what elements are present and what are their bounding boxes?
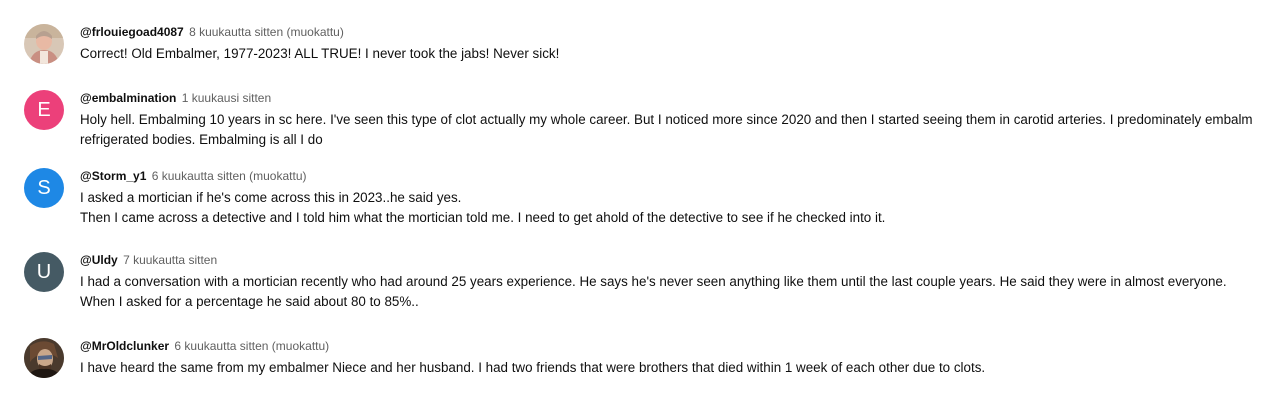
comment-line: Correct! Old Embalmer, 1977-2023! ALL TR… — [80, 46, 560, 61]
comment-meta: @MrOldclunker 6 kuukautta sitten (muokat… — [80, 338, 1270, 354]
comment-line: When I asked for a percentage he said ab… — [80, 294, 419, 309]
comment-meta: @Uldy 7 kuukautta sitten — [80, 252, 1270, 268]
comment-line: I have heard the same from my embalmer N… — [80, 360, 986, 375]
comment-meta: @frlouiegoad4087 8 kuukautta sitten (muo… — [80, 24, 1270, 40]
comment-meta: @Storm_y1 6 kuukautta sitten (muokattu) — [80, 168, 1270, 184]
avatar[interactable]: U — [24, 252, 64, 292]
comment-line: Then I came across a detective and I tol… — [80, 210, 886, 225]
user-photo-warrior-icon — [24, 338, 64, 378]
comment-text: I asked a mortician if he's come across … — [80, 188, 1270, 228]
avatar[interactable] — [24, 338, 64, 378]
comment-text: I have heard the same from my embalmer N… — [80, 358, 1270, 378]
comment-line: I had a conversation with a mortician re… — [80, 274, 1227, 289]
comment-author[interactable]: @Uldy — [80, 253, 118, 267]
avatar-letter: U — [36, 260, 52, 283]
comment-author[interactable]: @frlouiegoad4087 — [80, 25, 184, 39]
comment-text: I had a conversation with a mortician re… — [80, 272, 1270, 312]
comment-author[interactable]: @Storm_y1 — [80, 169, 146, 183]
comment-author[interactable]: @embalmination — [80, 91, 176, 105]
user-photo-portrait-icon — [24, 24, 64, 64]
comment-timestamp[interactable]: 7 kuukautta sitten — [123, 253, 217, 267]
comment-line: I asked a mortician if he's come across … — [80, 190, 462, 205]
comment-timestamp[interactable]: 6 kuukautta sitten (muokattu) — [174, 339, 329, 353]
comment-text: Correct! Old Embalmer, 1977-2023! ALL TR… — [80, 44, 1270, 64]
avatar-letter: E — [37, 98, 51, 121]
avatar[interactable]: E — [24, 90, 64, 130]
comment-timestamp[interactable]: 1 kuukausi sitten — [182, 91, 271, 105]
comment-meta: @embalmination 1 kuukausi sitten — [80, 90, 1270, 106]
avatar[interactable] — [24, 24, 64, 64]
avatar[interactable]: S — [24, 168, 64, 208]
comment-timestamp[interactable]: 8 kuukautta sitten (muokattu) — [189, 25, 344, 39]
comment-author[interactable]: @MrOldclunker — [80, 339, 169, 353]
comment-line: Holy hell. Embalming 10 years in sc here… — [80, 112, 1253, 147]
comment-text: Holy hell. Embalming 10 years in sc here… — [80, 110, 1270, 150]
avatar-letter: S — [37, 176, 51, 199]
comment-timestamp[interactable]: 6 kuukautta sitten (muokattu) — [152, 169, 307, 183]
